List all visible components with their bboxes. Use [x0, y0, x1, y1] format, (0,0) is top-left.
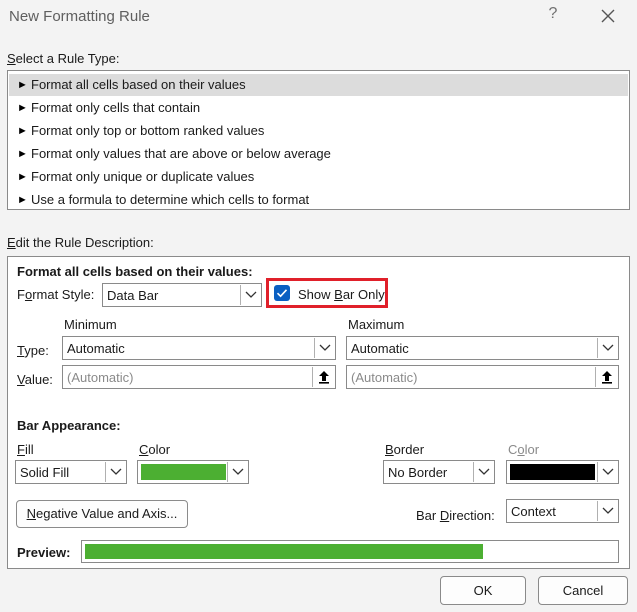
bar-direction-select[interactable]: Context	[506, 499, 619, 523]
dropdown-button[interactable]	[597, 501, 617, 521]
value-label: Value:	[17, 372, 53, 387]
close-button[interactable]	[596, 4, 620, 28]
preview-label: Preview:	[17, 545, 71, 560]
dropdown-button[interactable]	[473, 462, 493, 482]
rule-item[interactable]: ► Format all cells based on their values	[9, 74, 628, 96]
preview-box	[81, 540, 619, 563]
format-style-label: Format Style:	[17, 287, 95, 302]
arrow-right-icon: ►	[17, 194, 28, 206]
bar-direction-label: Bar Direction:	[416, 508, 495, 523]
minimum-type-select[interactable]: Automatic	[62, 336, 336, 360]
show-bar-only-label[interactable]: Show Bar Only	[298, 287, 385, 302]
preview-bar	[85, 544, 483, 559]
rule-item[interactable]: ► Use a formula to determine which cells …	[9, 189, 628, 211]
upload-arrow-icon	[602, 371, 612, 384]
description-label-rest: dit the Rule Description:	[15, 235, 154, 250]
border-label: Border	[385, 442, 425, 457]
upload-arrow-icon	[319, 371, 329, 384]
show-bar-only-checkbox[interactable]	[274, 285, 290, 301]
border-type-select[interactable]: No Border	[383, 460, 495, 484]
chevron-down-icon	[602, 344, 614, 351]
chevron-down-icon	[110, 468, 122, 475]
chevron-down-icon	[478, 468, 490, 475]
dropdown-button[interactable]	[597, 338, 617, 358]
bar-appearance-heading: Bar Appearance:	[17, 418, 121, 433]
maximum-value-input[interactable]: (Automatic)	[346, 365, 619, 389]
rule-type-label-rest: elect a Rule Type:	[15, 51, 120, 66]
maximum-heading: Maximum	[348, 317, 405, 332]
arrow-right-icon: ►	[17, 171, 28, 183]
arrow-right-icon: ►	[17, 125, 28, 137]
maximum-type-select[interactable]: Automatic	[346, 336, 619, 360]
arrow-right-icon: ►	[17, 79, 28, 91]
chevron-down-icon	[319, 344, 331, 351]
dropdown-button[interactable]	[314, 338, 334, 358]
fill-color-picker[interactable]	[137, 460, 249, 484]
fill-color-label: Color	[139, 442, 171, 457]
border-color-picker[interactable]	[506, 460, 619, 484]
chevron-down-icon	[602, 507, 614, 514]
help-button[interactable]: ?	[544, 5, 562, 27]
rule-item[interactable]: ► Format only values that are above or be…	[9, 143, 628, 165]
description-label: Edit the Rule Description:	[7, 235, 154, 250]
arrow-right-icon: ►	[17, 102, 28, 114]
chevron-down-icon	[602, 468, 614, 475]
arrow-right-icon: ►	[17, 148, 28, 160]
description-heading: Format all cells based on their values:	[17, 264, 253, 279]
rule-type-list[interactable]: ► Format all cells based on their values …	[7, 70, 630, 210]
cancel-button[interactable]: Cancel	[538, 576, 628, 605]
fill-type-select[interactable]: Solid Fill	[15, 460, 127, 484]
type-label: Type:	[17, 343, 49, 358]
range-select-button[interactable]	[595, 367, 617, 387]
rule-item[interactable]: ► Format only top or bottom ranked values	[9, 120, 628, 142]
window-title: New Formatting Rule	[9, 8, 150, 25]
format-style-select[interactable]: Data Bar	[102, 283, 262, 307]
checkmark-icon	[276, 289, 288, 298]
close-icon	[601, 9, 615, 23]
fill-color-swatch	[141, 464, 226, 480]
dropdown-button[interactable]	[227, 462, 247, 482]
dropdown-button[interactable]	[597, 462, 617, 482]
ok-button[interactable]: OK	[440, 576, 526, 605]
rule-item[interactable]: ► Format only cells that contain	[9, 97, 628, 119]
chevron-down-icon	[245, 291, 257, 298]
border-color-label: Color	[508, 442, 540, 457]
range-select-button[interactable]	[312, 367, 334, 387]
rule-item[interactable]: ► Format only unique or duplicate values	[9, 166, 628, 188]
fill-label: Fill	[17, 442, 34, 457]
rule-type-label: Select a Rule Type:	[7, 51, 120, 66]
negative-value-axis-button[interactable]: Negative Value and Axis...	[16, 500, 188, 528]
dropdown-button[interactable]	[240, 285, 260, 305]
chevron-down-icon	[232, 468, 244, 475]
border-color-swatch	[510, 464, 595, 480]
minimum-value-input[interactable]: (Automatic)	[62, 365, 336, 389]
minimum-heading: Minimum	[64, 317, 117, 332]
dropdown-button[interactable]	[105, 462, 125, 482]
